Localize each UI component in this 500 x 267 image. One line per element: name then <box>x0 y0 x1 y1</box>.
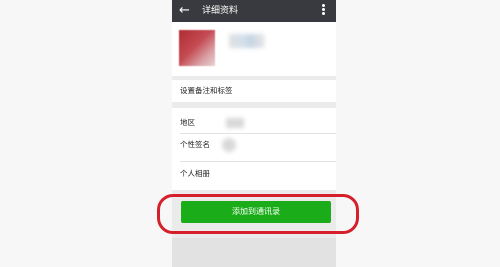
set-remark-row[interactable]: 设置备注和标签 <box>172 80 336 102</box>
divider <box>180 133 336 134</box>
region-value-blurred <box>226 118 244 128</box>
set-remark-label: 设置备注和标签 <box>180 86 233 95</box>
profile-card <box>172 22 336 76</box>
avatar[interactable] <box>179 30 215 66</box>
signature-value-blurred <box>222 138 236 152</box>
back-arrow-icon[interactable]: ← <box>179 2 193 20</box>
more-vertical-icon[interactable] <box>320 3 326 19</box>
top-bar: ← 详细资料 <box>172 0 336 22</box>
contact-name-blurred <box>229 34 265 48</box>
album-label[interactable]: 个人相册 <box>180 168 210 180</box>
divider <box>180 161 336 162</box>
background-left <box>0 0 172 267</box>
region-label: 地区 <box>180 118 195 127</box>
info-section: 地区 个性签名 个人相册 <box>172 108 336 190</box>
page-title: 详细资料 <box>202 6 239 16</box>
bottom-fade <box>172 238 336 267</box>
highlight-annotation-circle <box>157 194 359 234</box>
background-right <box>336 0 500 267</box>
signature-label: 个性签名 <box>180 140 210 149</box>
